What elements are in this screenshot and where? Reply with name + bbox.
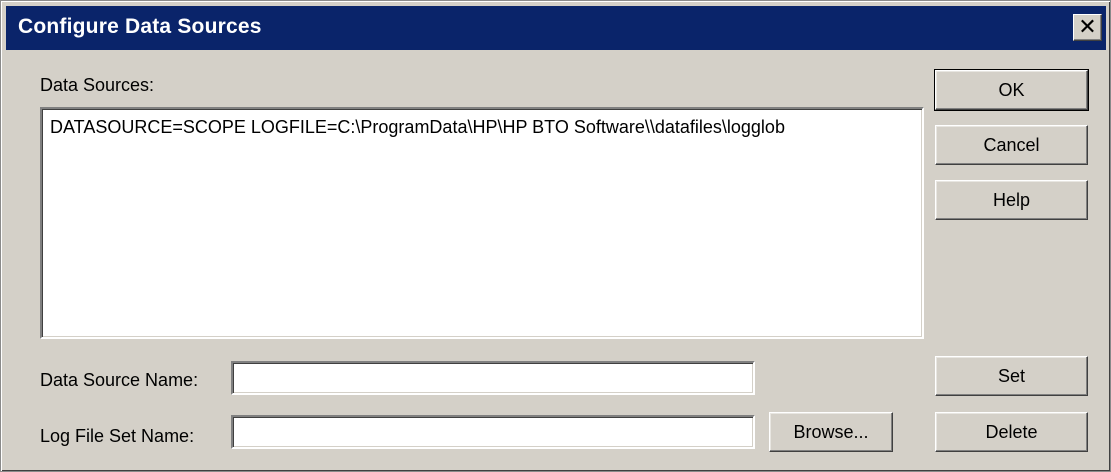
close-icon: ✕ <box>1078 14 1097 40</box>
log-file-set-name-label: Log File Set Name: <box>40 426 195 446</box>
data-sources-list[interactable]: DATASOURCE=SCOPE LOGFILE=C:\ProgramData\… <box>40 107 924 339</box>
list-item[interactable]: DATASOURCE=SCOPE LOGFILE=C:\ProgramData\… <box>50 117 785 138</box>
log-file-set-name-input[interactable] <box>231 415 755 449</box>
data-sources-label: Data Sources: <box>40 75 155 95</box>
delete-button[interactable]: Delete <box>935 412 1088 452</box>
browse-button[interactable]: Browse... <box>769 412 893 452</box>
configure-data-sources-dialog: Configure Data Sources ✕ Data Sources: D… <box>0 0 1111 472</box>
title-bar[interactable]: Configure Data Sources ✕ <box>6 6 1106 50</box>
ok-button[interactable]: OK <box>934 69 1089 111</box>
data-source-name-input[interactable] <box>231 361 755 395</box>
close-button[interactable]: ✕ <box>1073 14 1102 41</box>
cancel-button[interactable]: Cancel <box>935 125 1088 165</box>
set-button[interactable]: Set <box>935 356 1088 396</box>
data-source-name-label: Data Source Name: <box>40 370 199 390</box>
help-button[interactable]: Help <box>935 180 1088 220</box>
dialog-title: Configure Data Sources <box>18 15 262 38</box>
